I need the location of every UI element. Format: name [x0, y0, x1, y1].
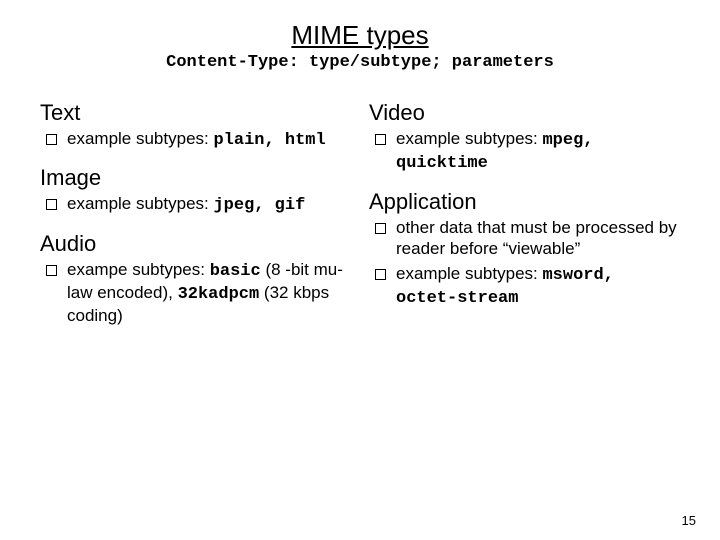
- slide-title: MIME types: [40, 20, 680, 51]
- bullet-text: example subtypes: mpeg, quicktime: [396, 128, 680, 175]
- bullet-text: example subtypes: jpeg, gif: [67, 193, 351, 216]
- text-run: example subtypes:: [396, 129, 542, 148]
- list-item: other data that must be processed by rea…: [369, 217, 680, 260]
- bullet-box-icon: [46, 134, 57, 145]
- text-run: example subtypes:: [67, 194, 213, 213]
- slide-subtitle: Content-Type: type/subtype; parameters: [40, 53, 680, 72]
- list-item: example subtypes: jpeg, gif: [40, 193, 351, 216]
- bullet-text: other data that must be processed by rea…: [396, 217, 680, 260]
- list-item: exampe subtypes: basic (8 -bit mu-law en…: [40, 259, 351, 327]
- bullet-box-icon: [375, 223, 386, 234]
- code-run: 32kadpcm: [178, 285, 260, 304]
- right-column: Video example subtypes: mpeg, quicktime …: [369, 100, 680, 340]
- section-head-audio: Audio: [40, 231, 351, 257]
- bullet-box-icon: [46, 199, 57, 210]
- bullet-text: example subtypes: msword, octet-stream: [396, 263, 680, 310]
- section-head-video: Video: [369, 100, 680, 126]
- text-run: example subtypes:: [67, 129, 213, 148]
- text-run: exampe subtypes:: [67, 260, 210, 279]
- bullet-box-icon: [375, 269, 386, 280]
- title-block: MIME types Content-Type: type/subtype; p…: [40, 20, 680, 72]
- list-item: example subtypes: plain, html: [40, 128, 351, 151]
- list-item: example subtypes: msword, octet-stream: [369, 263, 680, 310]
- section-head-application: Application: [369, 189, 680, 215]
- section-head-text: Text: [40, 100, 351, 126]
- page-number: 15: [682, 513, 696, 528]
- list-item: example subtypes: mpeg, quicktime: [369, 128, 680, 175]
- bullet-box-icon: [46, 265, 57, 276]
- content-columns: Text example subtypes: plain, html Image…: [40, 100, 680, 340]
- text-run: example subtypes:: [396, 264, 542, 283]
- code-run: plain, html: [213, 131, 325, 150]
- section-head-image: Image: [40, 165, 351, 191]
- bullet-text: example subtypes: plain, html: [67, 128, 351, 151]
- bullet-text: exampe subtypes: basic (8 -bit mu-law en…: [67, 259, 351, 327]
- code-run: basic: [210, 262, 261, 281]
- bullet-box-icon: [375, 134, 386, 145]
- code-run: jpeg, gif: [213, 196, 305, 215]
- text-run: other data that must be processed by rea…: [396, 218, 677, 258]
- left-column: Text example subtypes: plain, html Image…: [40, 100, 351, 340]
